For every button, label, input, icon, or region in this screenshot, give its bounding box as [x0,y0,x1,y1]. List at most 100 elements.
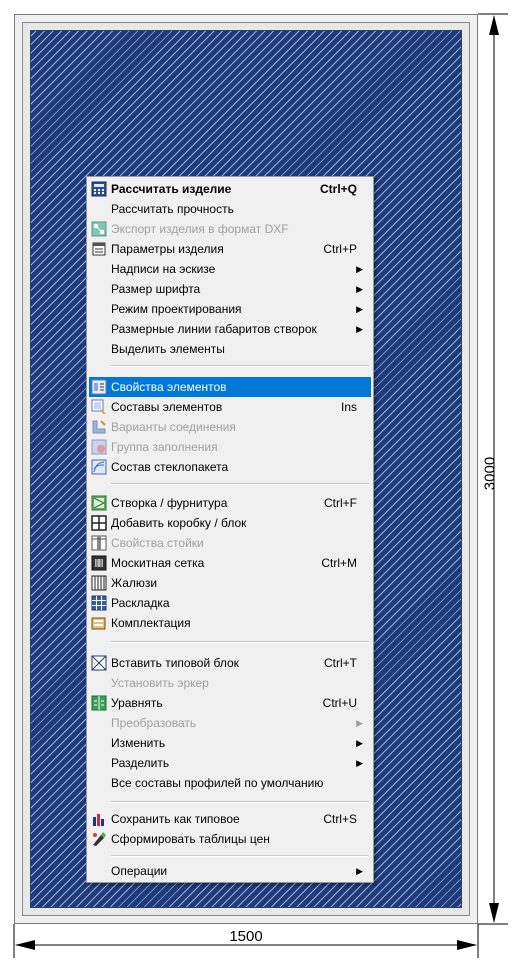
menu-item-shortcut: Ins [340,400,357,414]
menu-item-sash-dimension-lines[interactable]: Размерные линии габаритов створок ▶ [89,319,371,339]
mosquito-net-icon [91,555,107,571]
menu-item-glass-unit-composition[interactable]: Состав стеклопакета [89,457,371,477]
menu-item-font-size[interactable]: Размер шрифта ▶ [89,279,371,299]
menu-item-label: Рассчитать прочность [111,202,234,216]
menu-item-element-properties[interactable]: Свойства элементов [89,377,371,397]
menu-item-shortcut: Ctrl+S [323,812,357,826]
menu-item-label: Размер шрифта [111,282,201,296]
connection-variants-icon [91,419,107,435]
parameters-icon [91,241,107,257]
submenu-arrow-icon: ▶ [356,758,363,768]
menu-item-label: Жалюзи [111,576,158,590]
menu-item-label: Преобразовать [111,716,197,730]
menu-item-label: Уравнять [111,696,163,710]
add-frame-icon [91,515,107,531]
height-dimension-label[interactable]: 3000 [482,454,499,494]
menu-item-calculate-strength[interactable]: Рассчитать прочность [89,199,371,219]
menu-item-label: Состав стеклопакета [111,460,229,474]
menu-item-grid-bars[interactable]: Раскладка [89,593,371,613]
width-dimension-label[interactable]: 1500 [226,928,266,945]
menu-separator [111,365,369,367]
menu-item-label: Сохранить как типовое [111,812,240,826]
menu-item-label: Сформировать таблицы цен [111,832,270,846]
menu-item-label: Добавить коробку / блок [111,516,247,530]
menu-item-label: Свойства элементов [111,380,227,394]
menu-item-shortcut: Ctrl+F [324,496,357,510]
menu-item-label: Экспорт изделия в формат DXF [111,222,289,236]
menu-item-export-dxf[interactable]: Экспорт изделия в формат DXF [89,219,371,239]
menu-item-label: Москитная сетка [111,556,205,570]
menu-item-label: Комплектация [111,616,191,630]
menu-item-equipment[interactable]: Комплектация [89,613,371,633]
calculator-icon [91,181,107,197]
context-menu: Рассчитать изделие Ctrl+Q Рассчитать про… [86,176,374,883]
submenu-arrow-icon: ▶ [356,264,363,274]
menu-item-sketch-captions[interactable]: Надписи на эскизе ▶ [89,259,371,279]
menu-item-label: Вставить типовой блок [111,656,239,670]
submenu-arrow-icon: ▶ [356,284,363,294]
menu-item-build-price-tables[interactable]: Сформировать таблицы цен [89,829,371,849]
menu-item-product-parameters[interactable]: Параметры изделия Ctrl+P [89,239,371,259]
menu-item-shortcut: Ctrl+Q [319,182,357,196]
insert-block-icon [91,655,107,671]
menu-item-label: Свойства стойки [111,536,204,550]
menu-item-transform[interactable]: Преобразовать ▶ [89,713,371,733]
menu-separator [111,641,369,643]
menu-item-insert-typical-block[interactable]: Вставить типовой блок Ctrl+T [89,653,371,673]
menu-item-select-elements[interactable]: Выделить элементы [89,339,371,359]
menu-item-label: Группа заполнения [111,440,218,454]
menu-separator [111,801,369,803]
element-properties-icon [91,379,107,395]
menu-item-label: Разделить [111,756,170,770]
menu-item-label: Створка / фурнитура [111,496,228,510]
menu-item-shortcut: Ctrl+U [322,696,357,710]
menu-item-mosquito-net[interactable]: Москитная сетка Ctrl+M [89,553,371,573]
menu-item-sash-hardware[interactable]: Створка / фурнитура Ctrl+F [89,493,371,513]
submenu-arrow-icon: ▶ [356,866,363,876]
menu-item-shortcut: Ctrl+T [324,656,357,670]
submenu-arrow-icon: ▶ [356,718,363,728]
menu-item-mullion-properties[interactable]: Свойства стойки [89,533,371,553]
menu-item-label: Раскладка [111,596,170,610]
sash-icon [91,495,107,511]
menu-item-label: Операции [111,864,168,878]
save-typical-icon [91,811,107,827]
grid-bars-icon [91,595,107,611]
menu-item-label: Параметры изделия [111,242,224,256]
menu-item-blinds[interactable]: Жалюзи [89,573,371,593]
menu-item-fill-group[interactable]: Группа заполнения [89,437,371,457]
equalize-icon [91,695,107,711]
menu-item-connection-variants[interactable]: Варианты соединения [89,417,371,437]
glass-unit-icon [91,459,107,475]
element-compositions-icon [91,399,107,415]
menu-item-label: Надписи на эскизе [111,262,216,276]
menu-item-operations[interactable]: Операции ▶ [89,861,371,881]
menu-item-element-compositions[interactable]: Составы элементов Ins [89,397,371,417]
menu-item-split[interactable]: Разделить ▶ [89,753,371,773]
menu-item-design-mode[interactable]: Режим проектирования ▶ [89,299,371,319]
menu-item-shortcut: Ctrl+P [323,242,357,256]
menu-item-label: Рассчитать изделие [111,182,232,196]
menu-item-label: Выделить элементы [111,342,225,356]
menu-item-calculate-product[interactable]: Рассчитать изделие Ctrl+Q [89,179,371,199]
menu-item-label: Размерные линии габаритов створок [111,322,317,336]
menu-separator [111,855,369,857]
equipment-icon [91,615,107,631]
menu-item-label: Все составы профилей по умолчанию [111,776,324,790]
menu-item-save-as-typical[interactable]: Сохранить как типовое Ctrl+S [89,809,371,829]
menu-item-install-bay-window[interactable]: Установить эркер [89,673,371,693]
menu-separator [111,483,369,485]
menu-item-default-profiles[interactable]: Все составы профилей по умолчанию [89,773,371,793]
export-dxf-icon [91,221,107,237]
menu-item-label: Установить эркер [111,676,209,690]
menu-item-equalize[interactable]: Уравнять Ctrl+U [89,693,371,713]
menu-item-shortcut: Ctrl+M [321,556,357,570]
menu-item-add-frame-block[interactable]: Добавить коробку / блок [89,513,371,533]
submenu-arrow-icon: ▶ [356,738,363,748]
menu-item-modify[interactable]: Изменить ▶ [89,733,371,753]
fill-group-icon [91,439,107,455]
mullion-properties-icon [91,535,107,551]
menu-item-label: Изменить [111,736,166,750]
menu-item-label: Составы элементов [111,400,223,414]
menu-item-label: Режим проектирования [111,302,242,316]
